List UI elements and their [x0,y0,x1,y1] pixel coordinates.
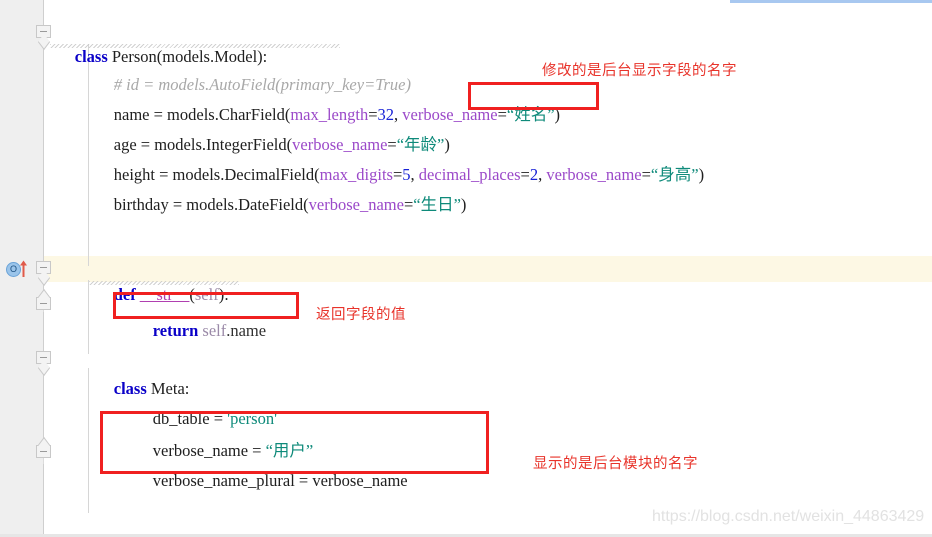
string-shengao: “身高” [650,165,699,184]
equals-sign: = [497,105,507,124]
keyword-return: return [152,321,203,340]
code-line-return-self-name[interactable]: return self.name [128,292,266,340]
code-line-def-str[interactable]: def __str__(self): [89,256,229,304]
kwarg-verbose-name: verbose_name [546,165,642,184]
annotation-note-verbose-name: 修改的是后台显示字段的名字 [542,63,737,79]
override-arrow-icon [20,260,27,277]
code-line-class-meta[interactable]: class Meta: [89,350,190,398]
override-method-icon[interactable]: O [6,260,27,278]
code-line-meta-verbose-name-plural[interactable]: verbose_name_plural = verbose_name [128,442,408,490]
close-paren: ) [554,105,561,124]
code-line-meta-verbose-name[interactable]: verbose_name = “用户” [128,412,314,460]
close-paren: ) [460,195,467,214]
code-content[interactable]: class Person(models.Model): # id = model… [44,0,932,537]
code-line-field-name[interactable]: name = models.CharField(max_length=32, v… [89,76,560,124]
kwarg-verbose-name: verbose_name [308,195,404,214]
code-line-field-height[interactable]: height = models.DecimalField(max_digits=… [89,136,704,184]
equals-sign: = [403,195,414,214]
string-shengri: “生日” [413,195,461,214]
code-line-db-table[interactable]: db_table = 'person' [128,380,277,428]
self-ref: self [202,321,227,340]
code-line-class-person[interactable]: class Person(models.Model): [50,18,268,66]
equals-sign: = [641,165,651,184]
code-line-comment-id[interactable]: # id = models.AutoField(primary_key=True… [89,46,411,94]
attr-name: .name [226,321,267,340]
annotation-note-return: 返回字段的值 [316,307,406,323]
meta-verbose-name-plural-decl: verbose_name_plural = verbose_name [152,471,408,490]
watermark-url: https://blog.csdn.net/weixin_44863429 [652,508,925,525]
annotation-note-meta: 显示的是后台模块的名字 [533,456,698,472]
code-editor: O class Person(models.Model): # id = mod… [0,0,932,537]
value-2: 2 [529,165,539,184]
string-xingming: “姓名” [506,105,555,124]
close-paren: ) [698,165,705,184]
code-line-field-age[interactable]: age = models.IntegerField(verbose_name=“… [89,106,450,154]
field-birthday-decl: birthday = models.DateField( [113,195,309,214]
equals-sign: = [520,165,530,184]
code-line-field-birthday[interactable]: birthday = models.DateField(verbose_name… [89,166,467,214]
